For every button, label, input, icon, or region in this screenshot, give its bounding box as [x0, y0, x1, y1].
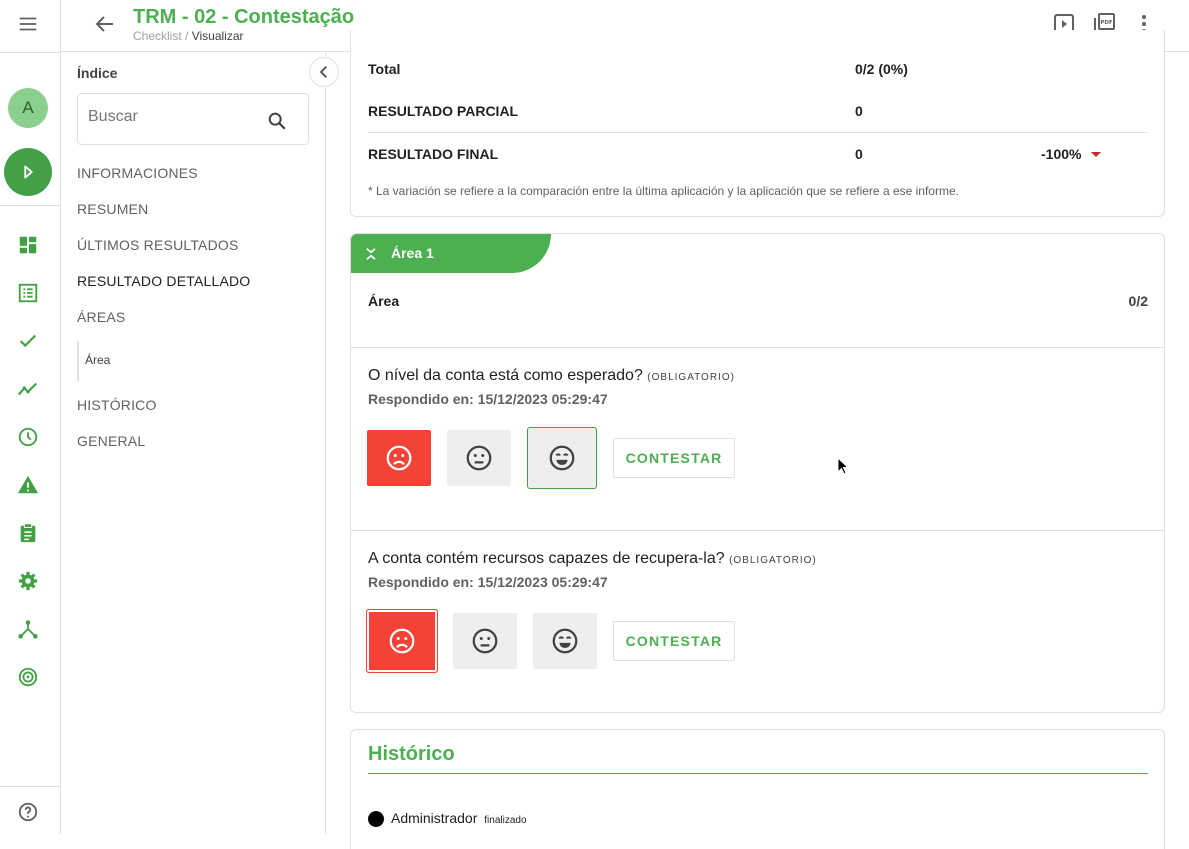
happy-face-icon [549, 445, 575, 471]
area-tab-label: Área 1 [391, 245, 434, 261]
partial-result-label: RESULTADO PARCIAL [368, 103, 519, 119]
trending-icon[interactable] [16, 377, 40, 401]
happy-face-icon [552, 628, 578, 654]
index-item-resumen[interactable]: RESUMEN [77, 201, 148, 217]
rail-divider [0, 786, 61, 787]
back-arrow-icon[interactable] [93, 12, 117, 36]
breadcrumb-parent[interactable]: Checklist [133, 29, 182, 43]
breadcrumb-current: Visualizar [191, 29, 244, 43]
required-tag: (OBLIGATORIO) [647, 372, 735, 383]
arrow-down-icon [1091, 152, 1102, 157]
breadcrumb: Checklist / Visualizar [133, 29, 244, 43]
collapse-arrows-icon [366, 248, 376, 260]
play-button[interactable] [4, 148, 52, 196]
index-item-informaciones[interactable]: INFORMACIONES [77, 165, 198, 181]
search-icon[interactable] [266, 110, 288, 132]
list-icon[interactable] [16, 281, 40, 305]
question-2-text: A conta contém recursos capazes de recup… [368, 550, 817, 568]
index-item-ultimos-resultados[interactable]: ÚLTIMOS RESULTADOS [77, 237, 239, 253]
q1-contest-button[interactable]: CONTESTAR [613, 438, 735, 478]
mouse-cursor-icon [837, 456, 850, 475]
summary-card: Total 0/2 (0%) RESULTADO PARCIAL 0 RESUL… [350, 30, 1165, 217]
area-row-label: Área [368, 293, 400, 309]
question-2-answered: Respondido en: 15/12/2023 05:29:47 [368, 574, 608, 590]
index-title: Índice [77, 65, 118, 81]
total-value: 0/2 (0%) [855, 61, 908, 77]
q2-contest-button[interactable]: CONTESTAR [613, 621, 735, 661]
q1-sad-face-option[interactable] [367, 430, 431, 486]
final-variation-value: -100% [1041, 146, 1082, 162]
history-entry: Administrador finalizado [391, 810, 527, 826]
variation-footnote: * La variación se refiere a la comparaci… [368, 184, 959, 198]
check-icon[interactable] [16, 329, 40, 353]
q1-neutral-face-option[interactable] [447, 430, 511, 486]
history-title: Histórico [368, 743, 455, 765]
index-item-areas[interactable]: ÁREAS [77, 309, 125, 325]
warning-icon[interactable] [16, 473, 40, 497]
gear-icon[interactable] [16, 569, 40, 593]
final-result-label: RESULTADO FINAL [368, 146, 499, 162]
history-entry-user: Administrador [391, 810, 478, 826]
search-box [77, 93, 309, 145]
sad-face-icon [389, 628, 415, 654]
neutral-face-icon [472, 628, 498, 654]
rail-divider [0, 205, 61, 206]
question-1-label: O nível da conta está como esperado? [368, 367, 643, 384]
divider [368, 132, 1148, 133]
sad-face-icon [386, 445, 412, 471]
q1-happy-face-option[interactable] [527, 427, 597, 489]
final-variation: -100% [1041, 146, 1102, 162]
page-title: TRM - 02 - Contestação [133, 6, 355, 28]
avatar[interactable]: A [8, 88, 48, 128]
history-entry-status: finalizado [484, 815, 527, 826]
clock-icon[interactable] [16, 425, 40, 449]
dashboard-icon[interactable] [16, 233, 40, 257]
chevron-left-icon [319, 66, 327, 78]
svg-text:PDF: PDF [1100, 20, 1113, 26]
history-card: Histórico Administrador finalizado [350, 729, 1165, 849]
hierarchy-icon[interactable] [16, 617, 40, 641]
total-label: Total [368, 61, 401, 77]
history-divider [368, 773, 1148, 774]
breadcrumb-separator: / [181, 29, 192, 43]
neutral-face-icon [466, 445, 492, 471]
question-2-label: A conta contém recursos capazes de recup… [368, 550, 725, 567]
q2-neutral-face-option[interactable] [453, 613, 517, 669]
menu-icon[interactable] [16, 12, 40, 36]
left-rail: A [0, 0, 61, 834]
play-icon [24, 165, 33, 179]
final-result-value: 0 [855, 146, 863, 162]
collapse-index-button[interactable] [309, 57, 339, 87]
clipboard-icon[interactable] [16, 521, 40, 545]
index-subitem-area[interactable]: Área [77, 341, 110, 381]
q2-sad-face-option[interactable] [366, 609, 438, 673]
partial-result-value: 0 [855, 103, 863, 119]
question-1-text: O nível da conta está como esperado? (OB… [368, 367, 735, 385]
index-item-resultado-detallado[interactable]: RESULTADO DETALLADO [77, 273, 250, 289]
history-dot [368, 811, 384, 827]
area-card: Área 1 Área 0/2 O nível da conta está co… [350, 233, 1165, 713]
q2-happy-face-option[interactable] [533, 613, 597, 669]
divider [351, 530, 1164, 531]
required-tag: (OBLIGATORIO) [729, 555, 817, 566]
area-row-score: 0/2 [1128, 293, 1148, 309]
divider [351, 347, 1164, 348]
rail-divider [0, 52, 61, 53]
target-icon[interactable] [16, 665, 40, 689]
index-item-historico[interactable]: HISTÓRICO [77, 397, 157, 413]
index-item-general[interactable]: GENERAL [77, 433, 145, 449]
help-icon[interactable] [16, 800, 40, 824]
index-panel: Índice INFORMACIONES RESUMEN ÚLTIMOS RES… [61, 52, 326, 834]
search-input[interactable] [88, 108, 248, 126]
question-1-answered: Respondido en: 15/12/2023 05:29:47 [368, 391, 608, 407]
area-tab[interactable]: Área 1 [351, 234, 551, 273]
